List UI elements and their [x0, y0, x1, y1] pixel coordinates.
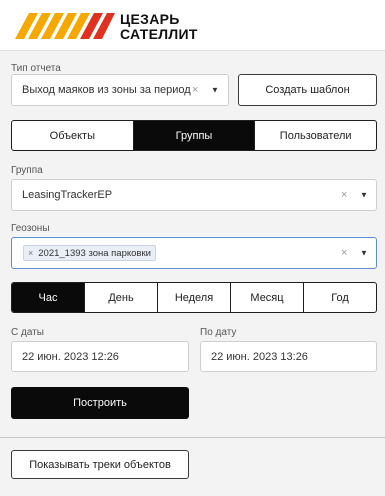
geozone-tag-label: 2021_1393 зона парковки: [38, 247, 151, 259]
brand-name: ЦЕЗАРЬ САТЕЛЛИТ: [120, 12, 198, 42]
chevron-down-icon[interactable]: ▼: [211, 86, 219, 95]
group-select[interactable]: LeasingTrackerEP × ▼: [11, 179, 377, 211]
app-header: ЦЕЗАРЬ САТЕЛЛИТ: [0, 0, 385, 50]
brand-line-2: САТЕЛЛИТ: [120, 26, 198, 42]
chevron-down-icon[interactable]: ▼: [360, 249, 368, 258]
report-type-label: Тип отчета: [11, 63, 61, 74]
tab-groups[interactable]: Группы: [132, 121, 255, 150]
tag-remove-icon[interactable]: ×: [28, 248, 33, 258]
tab-year[interactable]: Год: [303, 283, 376, 312]
tab-month[interactable]: Месяц: [230, 283, 303, 312]
date-to-label: По дату: [200, 327, 237, 338]
create-template-button[interactable]: Создать шаблон: [238, 74, 377, 106]
period-tabs: Час День Неделя Месяц Год: [11, 282, 377, 313]
report-type-value: Выход маяков из зоны за период: [22, 84, 191, 96]
date-from-value: 22 июн. 2023 12:26: [22, 350, 119, 363]
tab-week[interactable]: Неделя: [157, 283, 230, 312]
divider: [0, 437, 385, 438]
brand-logo-icon: [15, 13, 115, 39]
geozone-tag: × 2021_1393 зона парковки: [23, 245, 156, 261]
entity-tabs: Объекты Группы Пользователи: [11, 120, 377, 151]
tab-day[interactable]: День: [84, 283, 157, 312]
date-to-input[interactable]: 22 июн. 2023 13:26: [200, 341, 377, 372]
date-from-input[interactable]: 22 июн. 2023 12:26: [11, 341, 189, 372]
group-value: LeasingTrackerEP: [22, 189, 113, 201]
clear-icon[interactable]: ×: [192, 84, 198, 96]
brand-line-1: ЦЕЗАРЬ: [120, 11, 180, 27]
group-label: Группа: [11, 165, 43, 176]
tab-objects[interactable]: Объекты: [12, 121, 133, 150]
chevron-down-icon[interactable]: ▼: [360, 191, 368, 200]
clear-icon[interactable]: ×: [341, 189, 347, 201]
date-to-value: 22 июн. 2023 13:26: [211, 350, 308, 363]
geozones-select[interactable]: × 2021_1393 зона парковки × ▼: [11, 237, 377, 269]
report-settings-panel: Тип отчета Выход маяков из зоны за перио…: [0, 50, 385, 496]
date-from-label: С даты: [11, 327, 44, 338]
build-button[interactable]: Построить: [11, 387, 189, 419]
tab-users[interactable]: Пользователи: [254, 121, 376, 150]
tab-hour[interactable]: Час: [12, 283, 84, 312]
geozones-label: Геозоны: [11, 223, 50, 234]
report-type-select[interactable]: Выход маяков из зоны за период × ▼: [11, 74, 229, 106]
clear-icon[interactable]: ×: [341, 247, 347, 259]
show-tracks-button[interactable]: Показывать треки объектов: [11, 450, 189, 479]
